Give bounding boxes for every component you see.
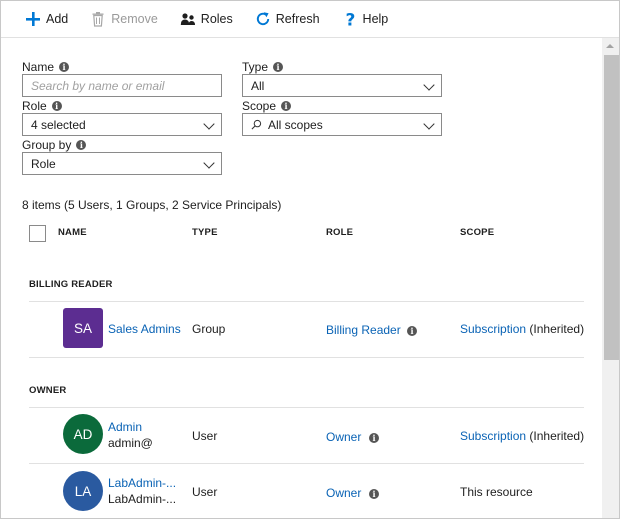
scope-dropdown[interactable]: All scopes (242, 113, 442, 136)
select-all-checkbox[interactable] (29, 225, 46, 242)
member-type: User (192, 429, 218, 443)
scope-note: (Inherited) (529, 322, 585, 336)
refresh-button[interactable]: Refresh (255, 1, 320, 38)
column-header-role[interactable]: ROLE (326, 227, 353, 238)
info-icon: i (369, 433, 379, 443)
column-header-scope[interactable]: SCOPE (460, 227, 494, 238)
help-button[interactable]: ? Help (342, 1, 389, 38)
svg-text:?: ? (345, 11, 355, 27)
scope-filter-label: Scope i (242, 99, 292, 113)
refresh-icon (256, 12, 269, 26)
scope-link[interactable]: Subscription (460, 429, 526, 443)
info-icon: i (407, 326, 417, 336)
role-dropdown-value: 4 selected (31, 117, 86, 132)
role-label-text: Role (22, 99, 47, 113)
group-header-owner: OWNER (29, 385, 67, 396)
vertical-scrollbar[interactable] (602, 38, 619, 518)
chevron-down-icon (423, 79, 435, 91)
column-header-name[interactable]: NAME (58, 227, 87, 238)
toolbar: Add Remove Roles Refresh ? Help (1, 1, 619, 38)
member-type: Group (192, 322, 226, 336)
plus-icon (26, 12, 40, 26)
groupby-dropdown[interactable]: Role (22, 152, 222, 175)
avatar: LA (63, 471, 103, 511)
divider (29, 301, 584, 302)
name-filter-label: Name i (22, 60, 70, 74)
trash-icon (92, 12, 104, 27)
divider (29, 407, 584, 408)
divider (29, 357, 584, 358)
name-search-input[interactable]: Search by name or email (22, 74, 222, 97)
type-label-text: Type (242, 60, 269, 74)
info-icon: i (281, 101, 292, 111)
scope-cell: Subscription (Inherited) (460, 322, 584, 336)
add-label: Add (46, 12, 69, 26)
member-email: admin@ (108, 436, 153, 450)
role-dropdown[interactable]: 4 selected (22, 113, 222, 136)
avatar: SA (63, 308, 103, 348)
scope-cell: Subscription (Inherited) (460, 429, 584, 443)
help-label: Help (362, 12, 389, 26)
refresh-label: Refresh (275, 12, 320, 26)
member-name-link[interactable]: Admin (108, 420, 142, 434)
scope-text: This resource (460, 485, 533, 499)
scope-note: (Inherited) (529, 429, 585, 443)
avatar: AD (63, 414, 103, 454)
scroll-up-arrow-icon[interactable] (602, 38, 619, 54)
type-filter-label: Type i (242, 60, 284, 74)
divider (29, 463, 584, 464)
info-icon: i (51, 101, 62, 111)
add-button[interactable]: Add (25, 1, 68, 38)
remove-button[interactable]: Remove (90, 1, 158, 38)
chevron-down-icon (203, 157, 215, 169)
groupby-filter-label: Group by i (22, 138, 87, 152)
role-link[interactable]: Owner (326, 430, 361, 444)
type-dropdown[interactable]: All (242, 74, 442, 97)
member-type: User (192, 485, 218, 499)
users-icon (180, 13, 195, 25)
member-name-link[interactable]: Sales Admins (108, 322, 181, 336)
remove-label: Remove (111, 12, 158, 26)
scope-link[interactable]: Subscription (460, 322, 526, 336)
info-icon: i (59, 62, 70, 72)
member-name-link[interactable]: LabAdmin-... (108, 476, 176, 490)
info-icon: i (76, 140, 87, 150)
search-icon (251, 119, 262, 130)
role-link[interactable]: Billing Reader (326, 323, 401, 337)
role-filter-label: Role i (22, 99, 62, 113)
chevron-down-icon (203, 118, 215, 130)
name-label-text: Name (22, 60, 55, 74)
info-icon: i (273, 62, 284, 72)
group-header-billing-reader: BILLING READER (29, 279, 113, 290)
chevron-down-icon (423, 118, 435, 130)
role-link[interactable]: Owner (326, 486, 361, 500)
name-search-placeholder: Search by name or email (31, 78, 165, 93)
column-header-type[interactable]: TYPE (192, 227, 218, 238)
scrollbar-thumb[interactable] (604, 55, 619, 360)
member-email: LabAdmin-... (108, 492, 177, 506)
groupby-label-text: Group by (22, 138, 72, 152)
access-control-panel: Add Remove Roles Refresh ? Help Name i S… (0, 0, 620, 519)
roles-label: Roles (200, 12, 233, 26)
groupby-dropdown-value: Role (31, 156, 56, 171)
type-dropdown-value: All (251, 78, 265, 93)
scope-dropdown-value: All scopes (268, 117, 323, 132)
scope-label-text: Scope (242, 99, 277, 113)
items-summary: 8 items (5 Users, 1 Groups, 2 Service Pr… (22, 198, 282, 212)
info-icon: i (369, 489, 379, 499)
roles-button[interactable]: Roles (180, 1, 233, 38)
question-mark-icon: ? (345, 11, 355, 27)
